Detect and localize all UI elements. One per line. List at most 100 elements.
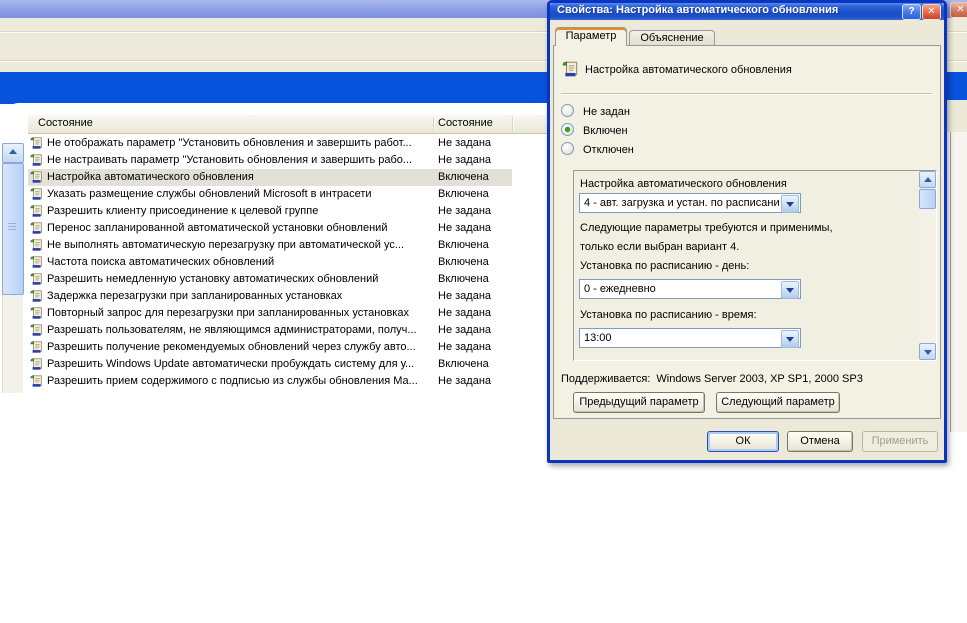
radio-label: Не задан: [583, 106, 630, 118]
policy-name: Не настраивать параметр "Установить обно…: [47, 154, 413, 166]
settings-scroll-panel: Настройка автоматического обновления 4 -…: [573, 170, 937, 361]
background-close-button[interactable]: ✕: [950, 2, 967, 18]
policy-name: Разрешить клиенту присоединение к целево…: [47, 205, 319, 217]
policy-scroll-icon: [30, 204, 44, 218]
scrollbar-thumb[interactable]: [919, 189, 936, 209]
scrollbar-grip-icon: [8, 226, 16, 227]
button-label: Предыдущий параметр: [579, 396, 699, 408]
policy-list-row[interactable]: Задержка перезагрузки при запланированны…: [28, 288, 512, 305]
policy-status: Не задана: [438, 324, 492, 336]
policy-name: Настройка автоматического обновления: [47, 171, 254, 183]
schedule-time-label: Установка по расписанию - время:: [580, 309, 757, 321]
policy-list-row[interactable]: Не настраивать параметр "Установить обно…: [28, 152, 512, 169]
tab-parameter[interactable]: Параметр: [555, 27, 627, 46]
combobox-value: 13:00: [584, 332, 612, 344]
policy-list-row[interactable]: Настройка автоматического обновления Вкл…: [28, 169, 512, 186]
policy-status: Включена: [438, 273, 489, 285]
policy-list-row[interactable]: Разрешить прием содержимого с подписью и…: [28, 373, 512, 390]
combobox-value: 4 - авт. загрузка и устан. по расписани: [584, 197, 780, 209]
column-header-state[interactable]: Состояние: [438, 117, 493, 129]
note-line-1: Следующие параметры требуются и применим…: [580, 222, 833, 234]
column-header-setting[interactable]: Состояние: [38, 117, 93, 129]
settings-scrollbar[interactable]: [919, 171, 936, 360]
radio-not-configured[interactable]: Не задан: [561, 104, 630, 119]
schedule-day-label: Установка по расписанию - день:: [580, 260, 750, 272]
scroll-up-button[interactable]: [2, 143, 24, 163]
policy-status: Не задана: [438, 341, 492, 353]
policy-name: Частота поиска автоматических обновлений: [47, 256, 275, 268]
policy-scroll-icon: [30, 238, 44, 252]
properties-dialog: Свойства: Настройка автоматического обно…: [547, 0, 947, 463]
chevron-down-icon[interactable]: [781, 330, 799, 348]
radio-enabled[interactable]: Включен: [561, 123, 628, 138]
separator: [561, 93, 932, 95]
policy-status: Не задана: [438, 222, 492, 234]
policy-scroll-icon: [30, 357, 44, 371]
help-button[interactable]: ?: [902, 4, 921, 20]
radio-label: Включен: [583, 125, 628, 137]
background-right-pane-edge: [950, 132, 967, 432]
policy-list-row[interactable]: Повторный запрос для перезагрузки при за…: [28, 305, 512, 322]
policy-name: Повторный запрос для перезагрузки при за…: [47, 307, 409, 319]
policy-status: Включена: [438, 171, 489, 183]
policy-scroll-icon: [30, 187, 44, 201]
supported-label: Поддерживается:: [561, 373, 651, 385]
policy-list-row[interactable]: Разрешить получение рекомендуемых обновл…: [28, 339, 512, 356]
apply-button-disabled[interactable]: Применить: [862, 431, 938, 452]
column-divider[interactable]: [512, 117, 514, 131]
policy-status: Не задана: [438, 307, 492, 319]
help-icon: ?: [908, 6, 915, 17]
next-setting-button[interactable]: Следующий параметр: [716, 392, 840, 413]
close-icon: ✕: [927, 6, 936, 17]
policy-list-row[interactable]: Не выполнять автоматическую перезагрузку…: [28, 237, 512, 254]
note-line-2: только если выбран вариант 4.: [580, 241, 740, 253]
close-button[interactable]: ✕: [922, 4, 941, 20]
column-divider[interactable]: [433, 117, 435, 131]
screen: ✕ Состояние Состояние Не отображать пара…: [0, 0, 967, 623]
policy-name: Не выполнять автоматическую перезагрузку…: [47, 239, 405, 251]
policy-header-title: Настройка автоматического обновления: [585, 64, 792, 76]
radio-disabled[interactable]: Отключен: [561, 142, 634, 157]
policy-scroll-icon: [30, 289, 44, 303]
chevron-down-icon[interactable]: [781, 195, 799, 213]
policy-status: Не задана: [438, 375, 492, 387]
cancel-button[interactable]: Отмена: [787, 431, 853, 452]
policy-list-row[interactable]: Указать размещение службы обновлений Mic…: [28, 186, 512, 203]
previous-setting-button[interactable]: Предыдущий параметр: [573, 392, 705, 413]
ok-button[interactable]: ОК: [707, 431, 779, 452]
schedule-time-combobox[interactable]: 13:00: [579, 328, 801, 348]
scroll-down-button[interactable]: [919, 343, 936, 360]
dialog-titlebar[interactable]: Свойства: Настройка автоматического обно…: [550, 3, 944, 20]
button-label: Следующий параметр: [721, 396, 835, 408]
policy-name: Разрешить прием содержимого с подписью и…: [47, 375, 418, 387]
close-icon: ✕: [956, 4, 965, 15]
button-label: ОК: [735, 435, 751, 447]
policy-list-row[interactable]: Разрешить немедленную установку автомати…: [28, 271, 512, 288]
tab-explanation[interactable]: Объяснение: [629, 30, 715, 46]
policy-scroll-icon: [30, 170, 44, 184]
schedule-day-combobox[interactable]: 0 - ежедневно: [579, 279, 801, 299]
chevron-down-icon[interactable]: [781, 281, 799, 299]
policy-status: Включена: [438, 358, 489, 370]
policy-name: Разрешить немедленную установку автомати…: [47, 273, 379, 285]
radio-icon: [561, 123, 574, 136]
policy-status: Не задана: [438, 290, 492, 302]
button-label: Отмена: [800, 435, 840, 447]
policy-scroll-icon: [30, 272, 44, 286]
policy-list-row[interactable]: Частота поиска автоматических обновлений…: [28, 254, 512, 271]
tab-page-parameter: Настройка автоматического обновления Не …: [553, 45, 941, 419]
policy-list-row[interactable]: Не отображать параметр "Установить обнов…: [28, 135, 512, 152]
policy-list-row[interactable]: Разрешить Windows Update автоматически п…: [28, 356, 512, 373]
policy-status: Не задана: [438, 137, 492, 149]
left-scrollbar-thumb[interactable]: [2, 163, 24, 295]
scroll-up-button[interactable]: [919, 171, 936, 188]
policy-scroll-icon: [30, 323, 44, 337]
policy-list-row[interactable]: Перенос запланированной автоматической у…: [28, 220, 512, 237]
policy-status: Включена: [438, 239, 489, 251]
button-label: Применить: [871, 435, 929, 447]
policy-list-row[interactable]: Разрешать пользователям, не являющимся а…: [28, 322, 512, 339]
policy-scroll-icon: [30, 153, 44, 167]
update-mode-combobox[interactable]: 4 - авт. загрузка и устан. по расписани: [579, 193, 801, 213]
policy-list-row[interactable]: Разрешить клиенту присоединение к целево…: [28, 203, 512, 220]
arrow-up-icon: [9, 149, 17, 154]
